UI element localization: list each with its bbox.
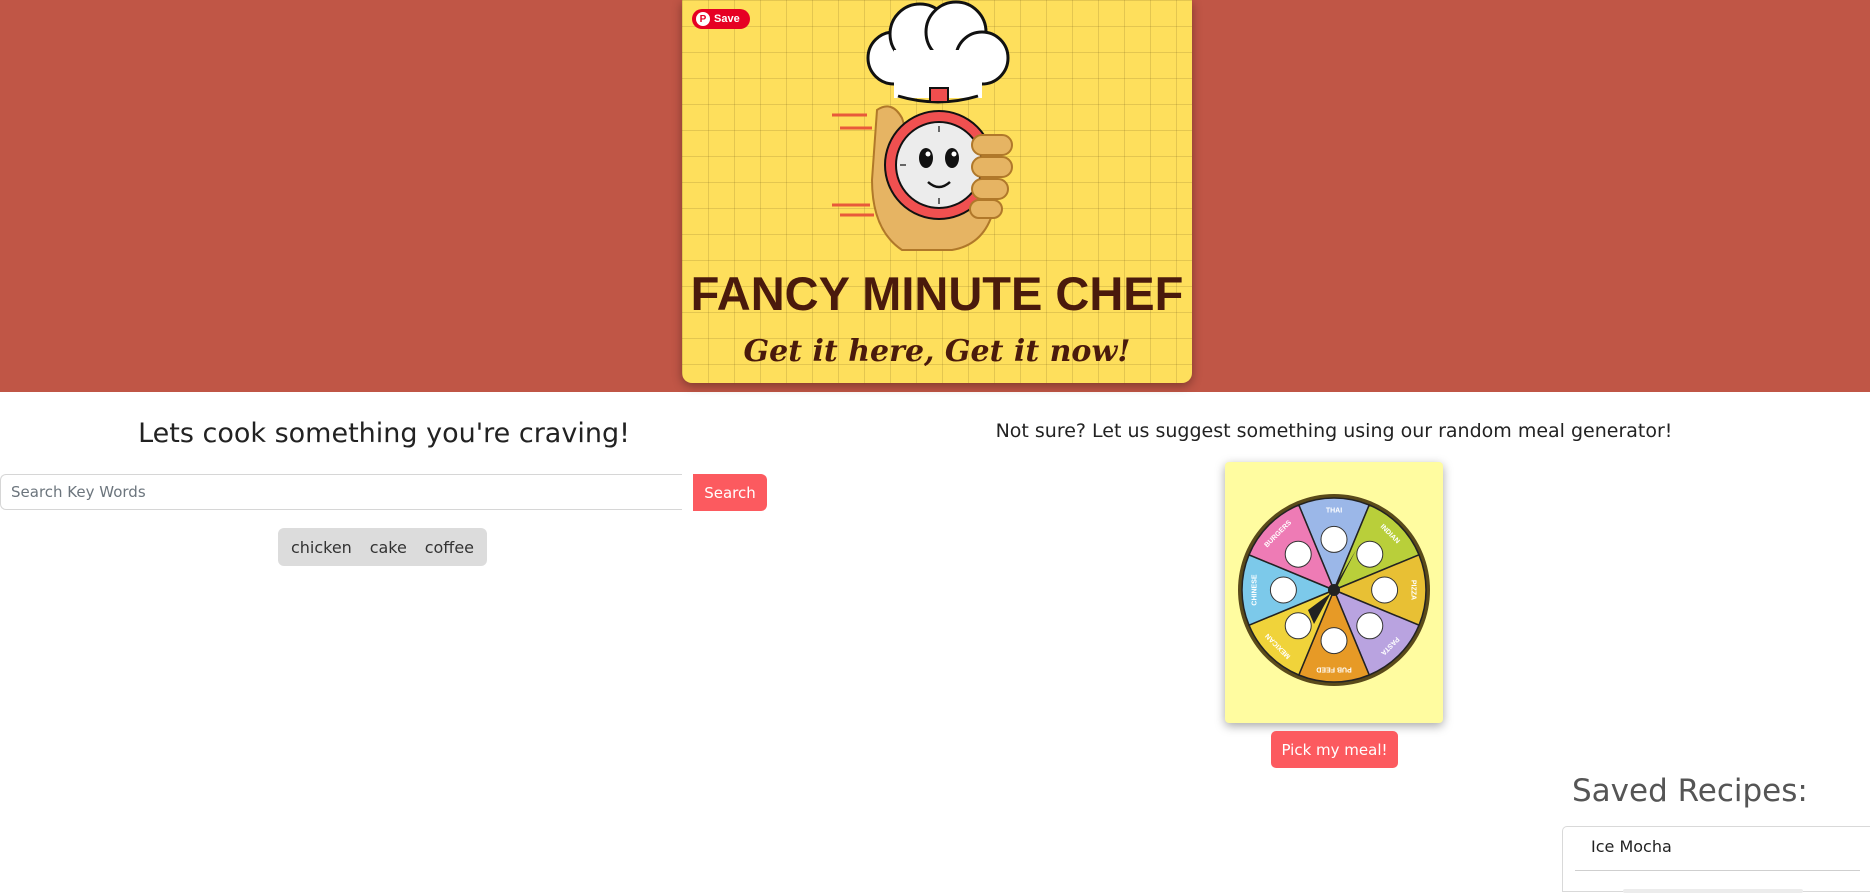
suggestion-chicken[interactable]: chicken	[283, 534, 360, 561]
meal-wheel-icon: THAIINDIANPIZZAPASTAPUB FEEDMEXICANCHINE…	[1238, 494, 1430, 686]
wheel-segment-label: CHINESE	[1252, 574, 1259, 605]
pinterest-save-button[interactable]: P Save	[692, 9, 750, 29]
wheel-food-plate-icon	[1356, 540, 1384, 568]
wheel-food-plate-icon	[1356, 612, 1384, 640]
wheel-food-plate-icon	[1320, 627, 1348, 655]
saved-recipes-title: Saved Recipes:	[1572, 773, 1808, 809]
pick-meal-button[interactable]: Pick my meal!	[1271, 731, 1398, 768]
suggestion-coffee[interactable]: coffee	[417, 534, 482, 561]
brand-tagline: Get it here, Get it now!	[743, 334, 1131, 369]
search-input[interactable]	[0, 474, 682, 510]
random-meal-heading: Not sure? Let us suggest something using…	[995, 420, 1673, 442]
wheel-food-plate-icon	[1284, 540, 1312, 568]
saved-recipes-list: Ice Mocha	[1562, 826, 1870, 893]
logo-card: P Save FANCY MINUTE CHEF Get it here, Ge…	[682, 0, 1192, 383]
wheel-food-plate-icon	[1371, 576, 1399, 604]
wheel-segment-label: PUB FEED	[1316, 665, 1351, 672]
meal-wheel-card: THAI INDIAN PIZZA PASTA PUB FEED MEXICAN CHINE…	[1225, 462, 1443, 723]
suggestion-cake[interactable]: cake	[362, 534, 415, 561]
pinterest-icon: P	[696, 12, 710, 26]
saved-recipe-item[interactable]: Ice Mocha	[1575, 827, 1860, 871]
wheel-segment-label: THAI	[1326, 508, 1342, 515]
keyword-suggestions: chicken cake coffee	[278, 528, 487, 566]
wheel-food-plate-icon	[1320, 525, 1348, 553]
wheel-food-plate-icon	[1269, 576, 1297, 604]
chef-stopwatch-mascot-icon	[832, 0, 1013, 251]
search-heading: Lets cook something you're craving!	[138, 418, 630, 449]
wheel-segment-label: PIZZA	[1409, 580, 1416, 600]
header-banner: P Save FANCY MINUTE CHEF Get it here, Ge…	[0, 0, 1870, 392]
brand-title: FANCY MINUTE CHEF	[690, 267, 1184, 320]
pinterest-save-label: Save	[714, 13, 740, 25]
wheel-food-plate-icon	[1284, 612, 1312, 640]
search-button[interactable]: Search	[693, 474, 767, 511]
saved-recipe-item-partial	[1623, 889, 1803, 893]
